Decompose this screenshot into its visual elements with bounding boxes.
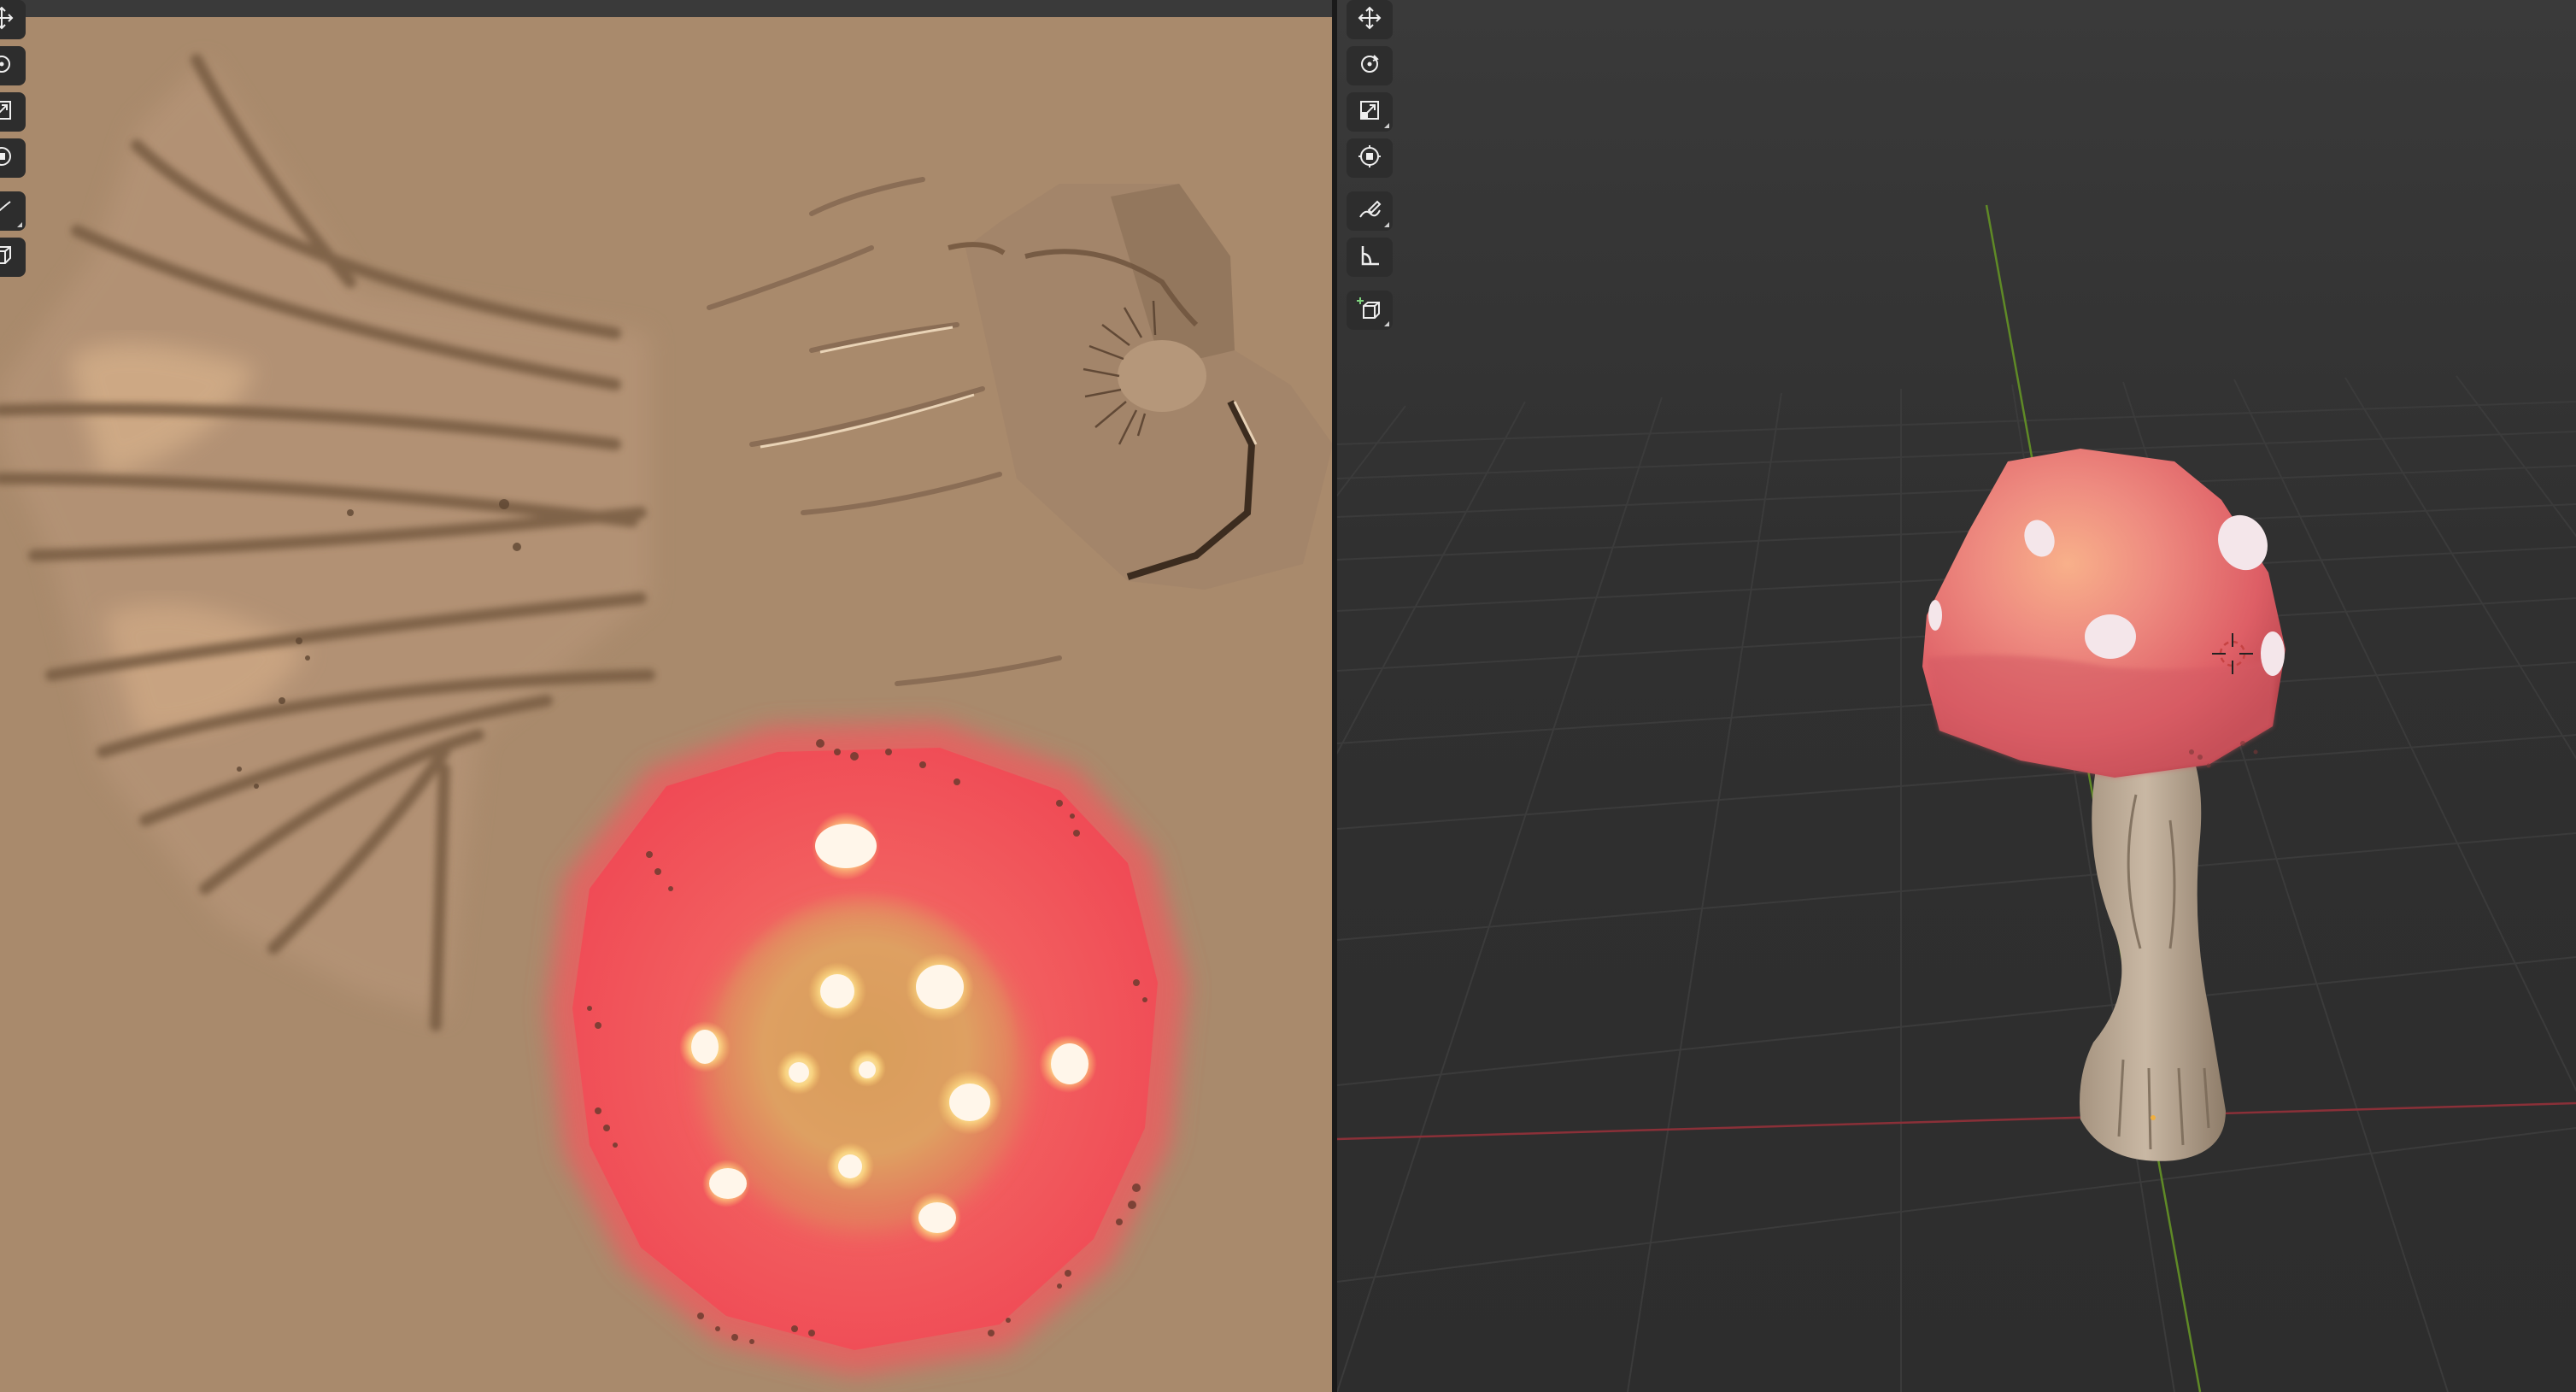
viewport-scale-tool-button[interactable] bbox=[1347, 92, 1393, 132]
tool-submenu-indicator bbox=[17, 222, 22, 227]
tool-submenu-indicator bbox=[1384, 321, 1389, 326]
scale-icon bbox=[0, 97, 15, 126]
viewport-transform-tool-button[interactable] bbox=[1347, 138, 1393, 178]
viewport-move-tool-button[interactable] bbox=[1347, 0, 1393, 39]
uv-stem-highlights bbox=[760, 326, 975, 449]
image-editor-toolbar bbox=[0, 0, 26, 277]
uv-island-cap bbox=[547, 722, 1188, 1376]
rotate-tool-button[interactable] bbox=[0, 46, 26, 85]
tool-submenu-indicator bbox=[1384, 123, 1389, 128]
object-origin-dot bbox=[2151, 1115, 2156, 1120]
transform-icon bbox=[0, 144, 15, 173]
texture-canvas[interactable] bbox=[0, 0, 1332, 1392]
viewport-rotate-tool-button[interactable] bbox=[1347, 46, 1393, 85]
move-icon bbox=[1357, 5, 1382, 34]
transform-tool-button[interactable] bbox=[0, 138, 26, 178]
add-cube-icon bbox=[1357, 296, 1382, 325]
uv-island-gills bbox=[0, 54, 655, 1031]
3d-viewport[interactable] bbox=[1337, 0, 2576, 1392]
annotate-icon bbox=[1357, 197, 1382, 226]
viewport-toolbar bbox=[1347, 0, 1393, 330]
rotate-icon bbox=[0, 51, 15, 80]
measure-icon bbox=[1357, 243, 1382, 272]
cube-add-icon bbox=[0, 243, 15, 272]
scale-icon bbox=[1357, 97, 1382, 126]
viewport-add-cube-tool-button[interactable] bbox=[1347, 291, 1393, 330]
tool-submenu-indicator bbox=[1384, 222, 1389, 227]
cube-tool-button[interactable] bbox=[0, 238, 26, 277]
scale-tool-button[interactable] bbox=[0, 92, 26, 132]
annotate-icon bbox=[0, 197, 15, 226]
move-icon bbox=[0, 5, 15, 34]
viewport-annotate-tool-button[interactable] bbox=[1347, 191, 1393, 231]
uv-island-stem bbox=[948, 184, 1332, 590]
image-editor[interactable] bbox=[0, 0, 1332, 1392]
move-tool-button[interactable] bbox=[0, 0, 26, 39]
annotate-tool-button[interactable] bbox=[0, 191, 26, 231]
viewport-measure-tool-button[interactable] bbox=[1347, 238, 1393, 277]
rotate-icon bbox=[1357, 51, 1382, 80]
viewport-scene[interactable] bbox=[1337, 0, 2576, 1392]
transform-icon bbox=[1357, 144, 1382, 173]
